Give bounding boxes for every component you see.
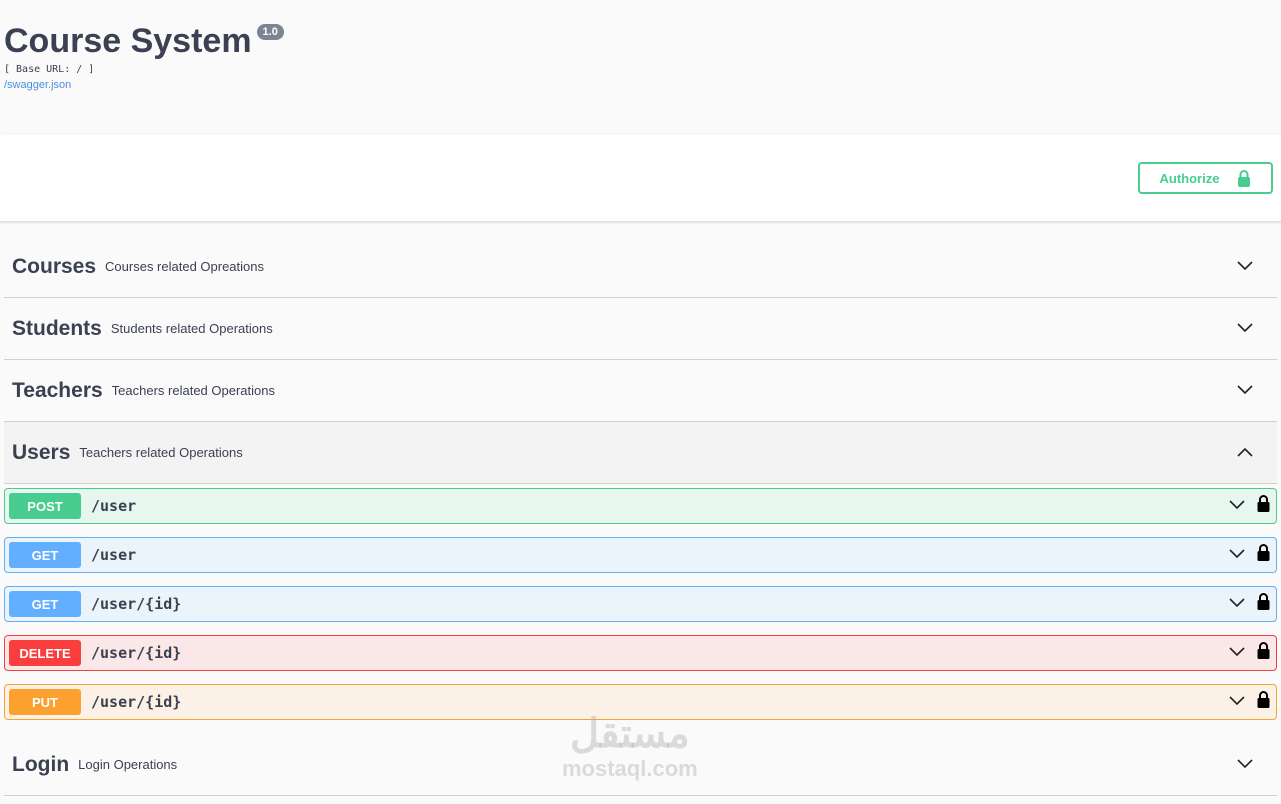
chevron-down-icon[interactable] xyxy=(1237,320,1253,338)
tag-name: Courses xyxy=(12,254,97,278)
version-badge: 1.0 xyxy=(256,24,284,40)
lock-icon[interactable] xyxy=(1257,495,1270,517)
lock-icon[interactable] xyxy=(1257,642,1270,664)
scheme-container: Authorize xyxy=(0,135,1281,222)
operation-put[interactable]: PUT/user/{id} xyxy=(4,684,1277,720)
lock-icon[interactable] xyxy=(1257,544,1270,566)
method-badge: DELETE xyxy=(9,640,81,666)
chevron-down-icon[interactable] xyxy=(1237,258,1253,276)
tag-section-login[interactable]: Login Login Operations xyxy=(4,734,1277,796)
method-badge: GET xyxy=(9,591,81,617)
swagger-json-link[interactable]: /swagger.json xyxy=(4,79,1277,91)
tag-description: Teachers related Operations xyxy=(111,383,275,398)
lock-icon xyxy=(1238,169,1251,187)
tag-description: Teachers related Operations xyxy=(79,445,243,460)
chevron-down-icon[interactable] xyxy=(1237,756,1253,774)
chevron-up-icon[interactable] xyxy=(1237,444,1253,462)
authorize-button[interactable]: Authorize xyxy=(1138,162,1273,194)
tag-section-students[interactable]: Students Students related Operations xyxy=(4,298,1277,360)
tag-name: Teachers xyxy=(12,378,103,402)
method-badge: GET xyxy=(9,542,81,568)
tag-description: Courses related Opreations xyxy=(105,259,265,274)
chevron-down-icon[interactable] xyxy=(1229,497,1245,515)
operation-path: /user/{id} xyxy=(91,693,182,711)
tag-name: Students xyxy=(12,316,102,340)
tag-section-courses[interactable]: Courses Courses related Opreations xyxy=(4,236,1277,298)
method-badge: PUT xyxy=(9,689,81,715)
operation-get[interactable]: GET/user xyxy=(4,537,1277,573)
page-title: Course System 1.0 xyxy=(4,22,1277,61)
chevron-down-icon[interactable] xyxy=(1229,644,1245,662)
base-url: [ Base URL: / ] xyxy=(4,64,95,75)
chevron-down-icon[interactable] xyxy=(1237,382,1253,400)
api-title: Course System xyxy=(4,22,252,60)
tag-list: Courses Courses related Opreations Student… xyxy=(0,222,1281,796)
tag-description: Students related Operations xyxy=(110,321,273,336)
tag-description: Login Operations xyxy=(78,757,178,772)
operation-path: /user xyxy=(91,546,137,564)
tag-name: Login xyxy=(12,752,70,776)
operations-list: POST/user GET/user GET/user/{id} DELETE/use… xyxy=(4,488,1277,734)
operation-delete[interactable]: DELETE/user/{id} xyxy=(4,635,1277,671)
tag-name: Users xyxy=(12,440,71,464)
operation-post[interactable]: POST/user xyxy=(4,488,1277,524)
tag-section-users[interactable]: Users Teachers related Operations xyxy=(4,422,1277,484)
tag-section-teachers[interactable]: Teachers Teachers related Operations xyxy=(4,360,1277,422)
authorize-label: Authorize xyxy=(1159,170,1220,186)
method-badge: POST xyxy=(9,493,81,519)
operation-get[interactable]: GET/user/{id} xyxy=(4,586,1277,622)
chevron-down-icon[interactable] xyxy=(1229,546,1245,564)
chevron-down-icon[interactable] xyxy=(1229,693,1245,711)
lock-icon[interactable] xyxy=(1257,691,1270,713)
operation-path: /user xyxy=(91,497,137,515)
operation-path: /user/{id} xyxy=(91,595,182,613)
chevron-down-icon[interactable] xyxy=(1229,595,1245,613)
operation-path: /user/{id} xyxy=(91,644,182,662)
api-info: Course System 1.0 [ Base URL: / ] /swagge… xyxy=(0,0,1281,135)
lock-icon[interactable] xyxy=(1257,593,1270,615)
